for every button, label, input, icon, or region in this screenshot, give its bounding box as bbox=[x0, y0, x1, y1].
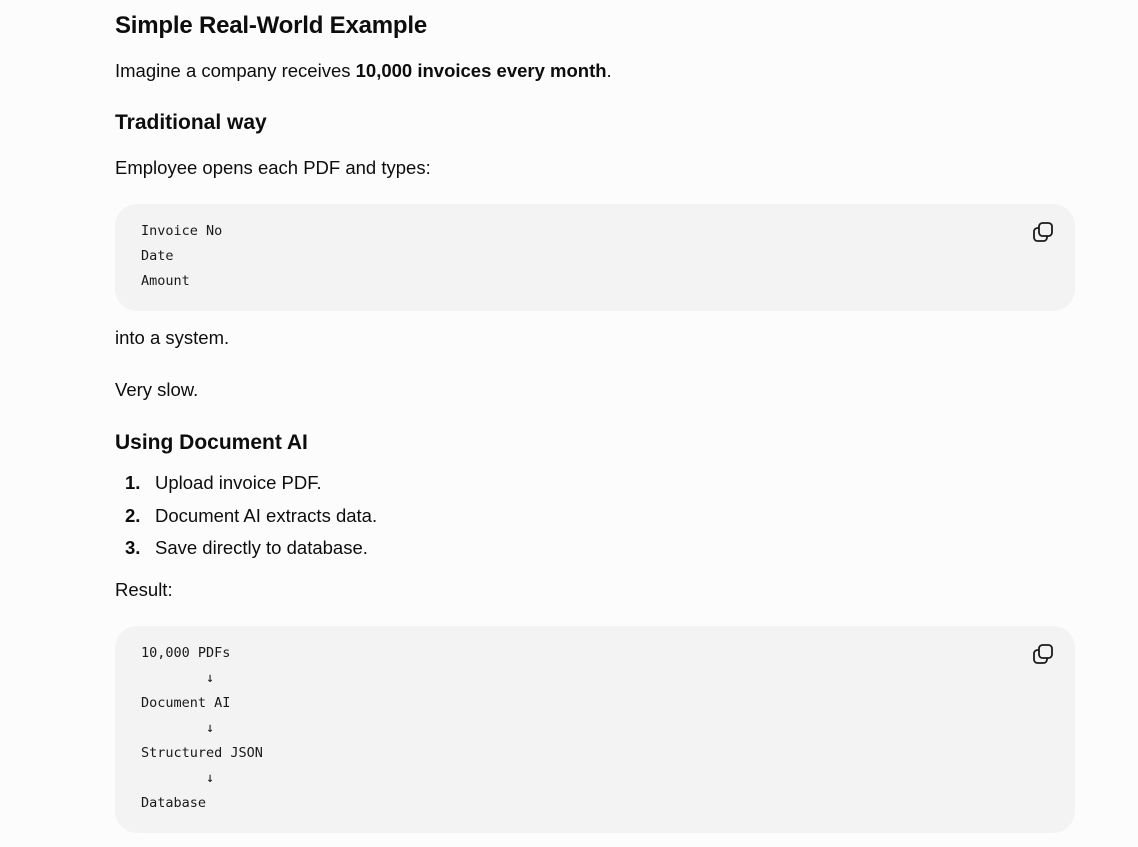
code-block-pipeline: 10,000 PDFs ↓ Document AI ↓ Structured J… bbox=[115, 626, 1075, 833]
section-heading: Simple Real-World Example bbox=[115, 12, 427, 39]
code-block-fields-lines: Invoice No Date Amount bbox=[141, 219, 222, 294]
code-line: 10,000 PDFs bbox=[141, 645, 231, 661]
code-line: Amount bbox=[141, 273, 190, 289]
list-item: 2. Document AI extracts data. bbox=[115, 503, 377, 536]
intro-text: Imagine a company receives bbox=[115, 60, 356, 81]
intro-text-end: . bbox=[606, 60, 612, 81]
step-text: Save directly to database. bbox=[155, 537, 368, 558]
step-text: Document AI extracts data. bbox=[155, 504, 378, 526]
code-line: ↓ bbox=[141, 770, 215, 786]
document-ai-heading: Using Document AI bbox=[115, 431, 308, 454]
list-item: 1. Upload invoice PDF. bbox=[115, 470, 377, 503]
intro-paragraph: Imagine a company receives 10,000 invoic… bbox=[115, 58, 612, 84]
code-line: Structured JSON bbox=[141, 745, 263, 761]
code-block-pipeline-lines: 10,000 PDFs ↓ Document AI ↓ Structured J… bbox=[141, 641, 263, 816]
copy-icon bbox=[1033, 222, 1053, 242]
code-line: ↓ bbox=[141, 670, 215, 686]
step-number: 3. bbox=[125, 537, 141, 558]
code-line: Invoice No bbox=[141, 223, 223, 239]
after-code-paragraph: into a system. bbox=[115, 327, 230, 348]
slow-comment: Very slow. bbox=[115, 379, 199, 400]
list-item: 3. Save directly to database. bbox=[115, 535, 377, 568]
traditional-paragraph: Employee opens each PDF and types: bbox=[115, 157, 431, 178]
step-number: 2. bbox=[125, 504, 141, 526]
copy-code-button[interactable] bbox=[1031, 642, 1055, 666]
code-line: Document AI bbox=[141, 695, 231, 711]
result-label: Result: bbox=[115, 579, 173, 600]
step-number: 1. bbox=[125, 472, 141, 493]
copy-icon bbox=[1033, 644, 1053, 664]
step-text: Upload invoice PDF. bbox=[155, 472, 322, 493]
copy-code-button[interactable] bbox=[1031, 220, 1055, 244]
intro-bold-text: 10,000 invoices every month bbox=[355, 60, 607, 81]
code-line: Database bbox=[141, 795, 207, 811]
traditional-heading: Traditional way bbox=[115, 111, 267, 134]
code-block-fields: Invoice No Date Amount bbox=[115, 204, 1075, 311]
code-line: ↓ bbox=[141, 720, 215, 736]
code-line: Date bbox=[141, 248, 174, 264]
steps-list: 1. Upload invoice PDF. 2. Document AI extr… bbox=[115, 470, 377, 568]
